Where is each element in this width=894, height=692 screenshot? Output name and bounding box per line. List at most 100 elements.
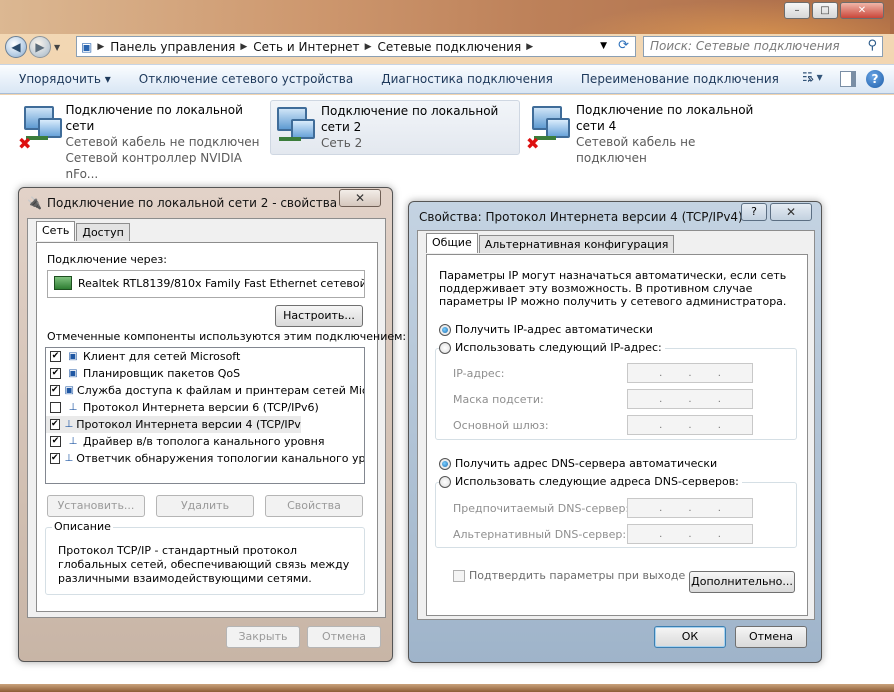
auto-ip-label: Получить IP-адрес автоматически xyxy=(455,323,653,336)
component-label: Драйвер в/в тополога канального уровня xyxy=(83,435,325,448)
checkbox[interactable]: ✔ xyxy=(50,368,61,379)
breadcrumb-network-connections[interactable]: Сетевые подключения xyxy=(377,40,521,54)
dialog-body: Общие Альтернативная конфигурация Параме… xyxy=(417,230,815,620)
ip-address-label: IP-адрес: xyxy=(453,367,505,380)
maximize-button[interactable]: □ xyxy=(812,2,838,19)
breadcrumb-separator-icon[interactable]: ▶ xyxy=(526,42,533,52)
checkbox[interactable]: ✔ xyxy=(50,436,61,447)
network-adapter-icon: ✖ xyxy=(18,100,66,153)
advanced-button[interactable]: Дополнительно... xyxy=(689,571,795,593)
subnet-mask-label: Маска подсети: xyxy=(453,393,544,406)
taskbar xyxy=(0,684,894,692)
subnet-mask-field[interactable]: ... xyxy=(627,389,753,409)
dialog-title: Подключение по локальной сети 2 - свойст… xyxy=(47,196,338,210)
tab-general[interactable]: Общие xyxy=(426,233,478,253)
close-dialog-button[interactable]: Закрыть xyxy=(226,626,300,648)
history-dropdown-icon[interactable]: ▼ xyxy=(54,43,60,52)
alternate-dns-field[interactable]: ... xyxy=(627,524,753,544)
list-item[interactable]: ✔ ▣ Клиент для сетей Microsoft xyxy=(46,348,364,365)
component-label: Клиент для сетей Microsoft xyxy=(83,350,241,363)
breadcrumb-separator-icon[interactable]: ▶ xyxy=(97,42,104,52)
minimize-button[interactable]: – xyxy=(784,2,810,19)
help-icon[interactable]: ? xyxy=(866,70,884,88)
preview-pane-icon[interactable] xyxy=(840,71,856,87)
validate-on-exit-checkbox[interactable]: Подтвердить параметры при выходе xyxy=(453,569,685,582)
list-item[interactable]: ✔ ▣ Служба доступа к файлам и принтерам … xyxy=(46,382,364,399)
control-panel-icon: ▣ xyxy=(81,39,93,54)
ip-address-field[interactable]: ... xyxy=(627,363,753,383)
connection-item-lan1[interactable]: ✖ Подключение по локальной сети Сетевой … xyxy=(18,100,268,181)
arrow-right-icon: ▶ xyxy=(35,40,45,54)
disable-device-button[interactable]: Отключение сетевого устройства xyxy=(125,72,367,86)
auto-ip-radio[interactable]: Получить IP-адрес автоматически xyxy=(439,323,656,336)
ok-button[interactable]: ОК xyxy=(654,626,726,648)
address-bar[interactable]: ▣ ▶ Панель управления ▶ Сеть и Интернет … xyxy=(76,36,636,57)
network-card-icon xyxy=(54,276,72,290)
list-item[interactable]: ✔ ⊥ Протокол Интернета версии 4 (TCP/IPv… xyxy=(46,416,301,433)
connection-item-lan4[interactable]: ✖ Подключение по локальной сети 4 Сетево… xyxy=(526,100,776,165)
close-button[interactable]: ✕ xyxy=(840,2,884,19)
manual-dns-radio[interactable]: Использовать следующие адреса DNS-сервер… xyxy=(439,475,742,488)
organize-menu[interactable]: Упорядочить ▾ xyxy=(0,72,125,86)
gateway-field[interactable]: ... xyxy=(627,415,753,435)
cancel-button[interactable]: Отмена xyxy=(735,626,807,648)
description-text: Протокол TCP/IP - стандартный протокол г… xyxy=(58,544,350,585)
back-button[interactable]: ◀ xyxy=(5,36,27,58)
network-service-icon: ▣ xyxy=(64,384,74,396)
tab-sharing[interactable]: Доступ xyxy=(76,223,130,241)
install-button[interactable]: Установить... xyxy=(47,495,145,517)
properties-button[interactable]: Свойства xyxy=(265,495,363,517)
list-item[interactable]: ✔ ⊥ Ответчик обнаружения топологии канал… xyxy=(46,450,364,467)
tab-panel-general: Параметры IP могут назначаться автоматич… xyxy=(426,254,808,616)
breadcrumb-separator-icon[interactable]: ▶ xyxy=(240,42,247,52)
search-icon[interactable]: ⚲ xyxy=(867,38,877,53)
checkbox[interactable]: ✔ xyxy=(50,385,60,396)
breadcrumb-control-panel[interactable]: Панель управления xyxy=(110,40,235,54)
remove-button[interactable]: Удалить xyxy=(156,495,254,517)
search-input[interactable]: Поиск: Сетевые подключения ⚲ xyxy=(643,36,883,57)
protocol-icon: ⊥ xyxy=(68,435,78,447)
window-controls: – □ ✕ xyxy=(784,2,884,19)
help-button[interactable]: ? xyxy=(741,203,767,221)
refresh-icon[interactable]: ⟳ xyxy=(618,38,629,53)
close-button[interactable]: ✕ xyxy=(770,203,812,221)
checkbox-icon xyxy=(453,569,465,582)
connection-device: Сетевой контроллер NVIDIA nFo... xyxy=(65,151,242,181)
list-item[interactable]: ✔ ⊥ Драйвер в/в тополога канального уров… xyxy=(46,433,364,450)
diagnose-button[interactable]: Диагностика подключения xyxy=(367,72,567,86)
close-button[interactable]: ✕ xyxy=(339,189,381,207)
list-item[interactable]: ✔ ▣ Планировщик пакетов QoS xyxy=(46,365,364,382)
rename-button[interactable]: Переименование подключения xyxy=(567,72,793,86)
checkbox[interactable]: ✔ xyxy=(50,419,60,430)
change-view-icon[interactable]: ☷ ▾ xyxy=(802,70,830,88)
auto-dns-label: Получить адрес DNS-сервера автоматически xyxy=(455,457,718,470)
checkbox[interactable]: ✔ xyxy=(50,453,60,464)
forward-button[interactable]: ▶ xyxy=(29,36,51,58)
dialog-title: Свойства: Протокол Интернета версии 4 (T… xyxy=(419,210,743,224)
connection-status: Сеть 2 xyxy=(321,136,363,150)
manual-ip-radio[interactable]: Использовать следующий IP-адрес: xyxy=(439,341,665,354)
disconnected-x-icon: ✖ xyxy=(18,134,32,153)
connection-item-lan2[interactable]: Подключение по локальной сети 2 Сеть 2 xyxy=(270,100,520,155)
protocol-icon: ⊥ xyxy=(64,452,74,464)
checkbox[interactable]: ✔ xyxy=(50,351,61,362)
preferred-dns-field[interactable]: ... xyxy=(627,498,753,518)
checkbox[interactable] xyxy=(50,402,61,413)
tab-network[interactable]: Сеть xyxy=(36,221,76,241)
preferred-dns-label: Предпочитаемый DNS-сервер: xyxy=(453,502,630,515)
navigation-bar: ◀ ▶ ▼ ▣ ▶ Панель управления ▶ Сеть и Инт… xyxy=(0,34,894,60)
description-group: Описание Протокол TCP/IP - стандартный п… xyxy=(45,520,365,595)
tab-alternate-config[interactable]: Альтернативная конфигурация xyxy=(478,235,675,253)
component-label: Протокол Интернета версии 4 (TCP/IPv4) xyxy=(76,418,301,431)
breadcrumb-separator-icon[interactable]: ▶ xyxy=(365,42,372,52)
protocol-icon: ⊥ xyxy=(68,401,78,413)
component-label: Планировщик пакетов QoS xyxy=(83,367,241,380)
cancel-button[interactable]: Отмена xyxy=(307,626,381,648)
auto-dns-radio[interactable]: Получить адрес DNS-сервера автоматически xyxy=(439,457,721,470)
breadcrumb-network-internet[interactable]: Сеть и Интернет xyxy=(253,40,359,54)
address-dropdown-icon[interactable]: ▼ xyxy=(600,41,607,51)
list-item[interactable]: ⊥ Протокол Интернета версии 6 (TCP/IPv6) xyxy=(46,399,364,416)
configure-button[interactable]: Настроить... xyxy=(275,305,363,327)
network-service-icon: ▣ xyxy=(68,367,78,379)
connection-name: Подключение по локальной сети xyxy=(65,103,243,133)
